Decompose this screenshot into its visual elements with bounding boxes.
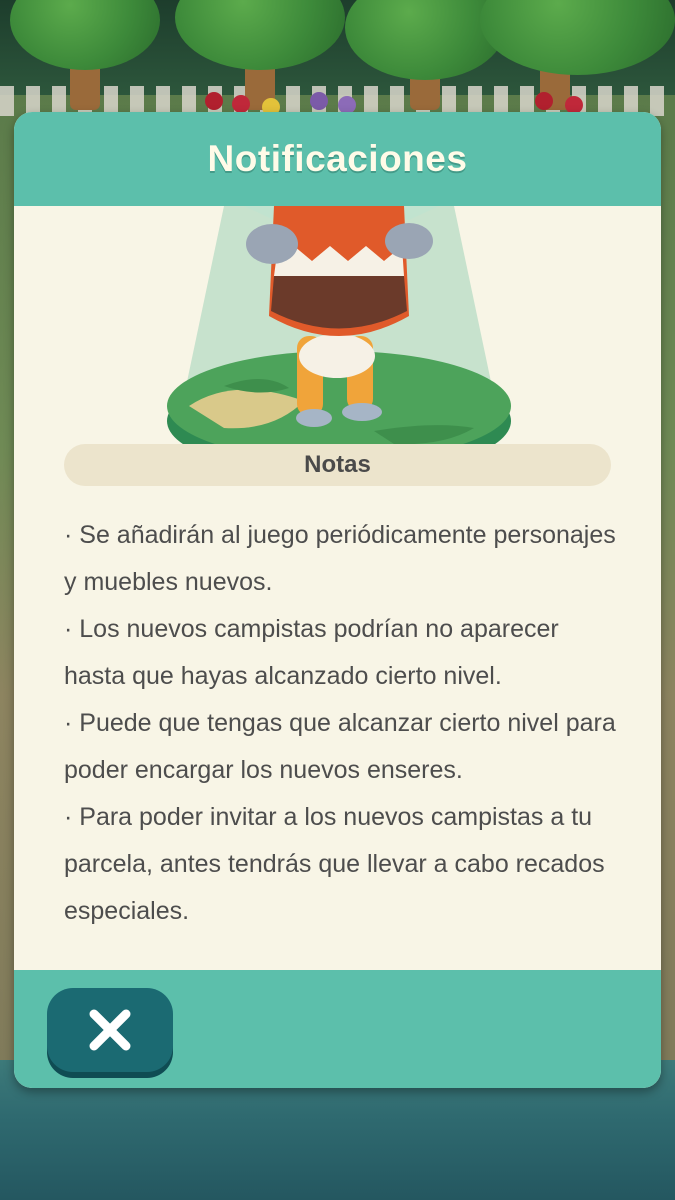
dialog-title: Notificaciones <box>207 138 468 179</box>
dialog-header: Notificaciones <box>14 112 661 206</box>
note-item: · Puede que tengas que alcanzar cierto n… <box>64 709 616 784</box>
note-item: · Se añadirán al juego periódicamente pe… <box>64 521 616 596</box>
note-item: · Para poder invitar a los nuevos campis… <box>64 803 605 925</box>
note-item: · Los nuevos campistas podrían no aparec… <box>64 615 559 690</box>
notes-heading: Notas <box>64 444 611 486</box>
flower <box>205 92 223 110</box>
notes-label: Notas <box>304 451 371 478</box>
close-icon <box>89 1009 131 1051</box>
close-button[interactable] <box>47 988 173 1072</box>
flower <box>232 95 250 113</box>
flower <box>310 92 328 110</box>
notifications-dialog: Notificaciones Notas · Se añadirán al ju… <box>14 112 661 1088</box>
dialog-footer <box>14 970 661 1088</box>
flower <box>535 92 553 110</box>
notes-list: · Se añadirán al juego periódicamente pe… <box>64 512 624 935</box>
